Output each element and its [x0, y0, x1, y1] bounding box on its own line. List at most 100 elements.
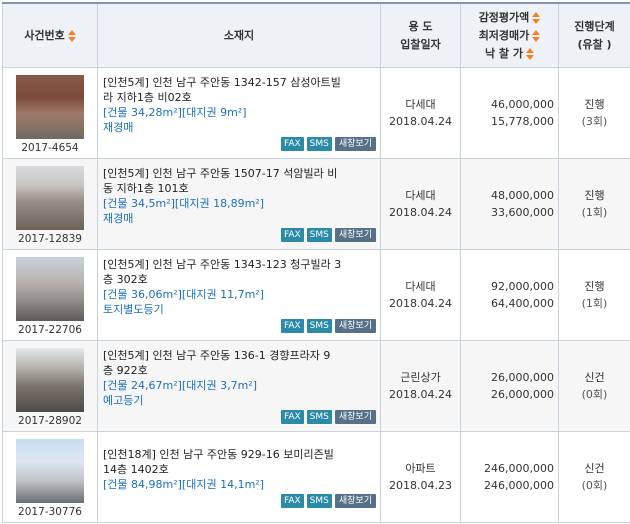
thumbnail-cell[interactable]: 2017-30776	[3, 432, 98, 523]
appraisal-value: 46,000,000	[462, 96, 554, 113]
action-buttons: FAXSMS새창보기	[103, 137, 376, 151]
thumbnail-cell[interactable]: 2017-4654	[3, 68, 98, 159]
min-price-header-label: 최저경매가	[479, 29, 530, 42]
new-window-button[interactable]: 새창보기	[335, 228, 376, 242]
address-cell[interactable]: [인천18계] 인천 남구 주안동 929-16 보미리즌빌14층 1402호 …	[98, 432, 381, 523]
stage-header-label: 진행단계	[559, 18, 630, 36]
property-photo[interactable]	[16, 348, 84, 412]
thumbnail-cell[interactable]: 2017-28902	[3, 341, 98, 432]
table-header-row: 사건번호 소재지 용 도 입찰일자 감정평가액 최저경매가 낙 찰 가 진행단계…	[3, 3, 630, 68]
sale-type-text: 재경매	[103, 211, 376, 226]
price-cell: 26,000,000 26,000,000	[461, 341, 559, 432]
sort-icon[interactable]	[526, 48, 534, 60]
address-text[interactable]: [인천18계] 인천 남구 주안동 929-16 보미리즌빌14층 1402호	[103, 447, 376, 477]
use-header-label: 용 도	[381, 18, 460, 36]
use-type: 다세대	[382, 278, 459, 295]
new-window-button[interactable]: 새창보기	[335, 319, 376, 333]
new-window-button[interactable]: 새창보기	[335, 137, 376, 151]
new-window-button[interactable]: 새창보기	[335, 410, 376, 424]
table-row[interactable]: 2017-28902 [인천5계] 인천 남구 주안동 136-1 경향프라자 …	[3, 341, 630, 432]
table-row[interactable]: 2017-12839 [인천5계] 인천 남구 주안동 1507-17 석암빌라…	[3, 159, 630, 250]
property-photo[interactable]	[16, 166, 84, 230]
case-number[interactable]: 2017-22706	[3, 324, 97, 336]
stage-header: 진행단계 (유찰 )	[559, 3, 630, 68]
sort-icon[interactable]	[532, 30, 540, 42]
bid-date: 2018.04.24	[382, 113, 459, 130]
case-number[interactable]: 2017-30776	[3, 506, 97, 518]
stage-status: 신건	[560, 460, 629, 477]
price-cell: 246,000,000 246,000,000	[461, 432, 559, 523]
sms-button[interactable]: SMS	[307, 494, 332, 508]
stage-status: 진행	[560, 96, 629, 113]
address-cell[interactable]: [인천5계] 인천 남구 주안동 1343-123 청구빌라 3층 302호 […	[98, 250, 381, 341]
sale-type-text: 재경매	[103, 120, 376, 135]
fax-button[interactable]: FAX	[281, 319, 304, 333]
property-photo[interactable]	[16, 439, 84, 503]
table-row[interactable]: 2017-22706 [인천5계] 인천 남구 주안동 1343-123 청구빌…	[3, 250, 630, 341]
price-header[interactable]: 감정평가액 최저경매가 낙 찰 가	[461, 3, 559, 68]
stage-cell: 신건 (0회)	[559, 341, 630, 432]
action-buttons: FAXSMS새창보기	[103, 494, 376, 508]
minimum-price: 64,400,000	[462, 295, 554, 312]
minimum-price: 33,600,000	[462, 204, 554, 221]
fax-button[interactable]: FAX	[281, 494, 304, 508]
address-text[interactable]: [인천5계] 인천 남구 주안동 1342-157 삼성아트빌라 지하1층 비0…	[103, 75, 376, 105]
price-cell: 48,000,000 33,600,000	[461, 159, 559, 250]
stage-cell: 신건 (0회)	[559, 432, 630, 523]
case-no-header[interactable]: 사건번호	[3, 3, 98, 68]
appraisal-value: 92,000,000	[462, 278, 554, 295]
property-photo[interactable]	[16, 257, 84, 321]
address-cell[interactable]: [인천5계] 인천 남구 주안동 1342-157 삼성아트빌라 지하1층 비0…	[98, 68, 381, 159]
sms-button[interactable]: SMS	[307, 410, 332, 424]
bid-date: 2018.04.23	[382, 477, 459, 494]
sms-button[interactable]: SMS	[307, 137, 332, 151]
use-type: 다세대	[382, 96, 459, 113]
bid-date: 2018.04.24	[382, 295, 459, 312]
property-photo[interactable]	[16, 75, 84, 139]
address-text[interactable]: [인천5계] 인천 남구 주안동 136-1 경향프라자 9층 922호	[103, 348, 376, 378]
fax-button[interactable]: FAX	[281, 228, 304, 242]
thumbnail-cell[interactable]: 2017-12839	[3, 159, 98, 250]
address-cell[interactable]: [인천5계] 인천 남구 주안동 136-1 경향프라자 9층 922호 [건물…	[98, 341, 381, 432]
fail-count: (3회)	[560, 113, 629, 130]
fax-button[interactable]: FAX	[281, 137, 304, 151]
address-cell[interactable]: [인천5계] 인천 남구 주안동 1507-17 석암빌라 비동 지하1층 10…	[98, 159, 381, 250]
minimum-price: 26,000,000	[462, 386, 554, 403]
minimum-price: 246,000,000	[462, 477, 554, 494]
use-date-cell: 다세대 2018.04.24	[381, 159, 461, 250]
sort-icon[interactable]	[68, 30, 76, 42]
stage-status: 신건	[560, 369, 629, 386]
use-date-cell: 아파트 2018.04.23	[381, 432, 461, 523]
address-header-label: 소재지	[224, 29, 254, 42]
table-row[interactable]: 2017-4654 [인천5계] 인천 남구 주안동 1342-157 삼성아트…	[3, 68, 630, 159]
address-header: 소재지	[98, 3, 381, 68]
appraisal-value: 48,000,000	[462, 187, 554, 204]
case-number[interactable]: 2017-28902	[3, 415, 97, 427]
new-window-button[interactable]: 새창보기	[335, 494, 376, 508]
price-cell: 92,000,000 64,400,000	[461, 250, 559, 341]
fax-button[interactable]: FAX	[281, 410, 304, 424]
fail-count: (0회)	[560, 386, 629, 403]
appraisal-value: 26,000,000	[462, 369, 554, 386]
sale-type-text: 예고등기	[103, 393, 376, 408]
sms-button[interactable]: SMS	[307, 319, 332, 333]
sms-button[interactable]: SMS	[307, 228, 332, 242]
address-text[interactable]: [인천5계] 인천 남구 주안동 1343-123 청구빌라 3층 302호	[103, 257, 376, 287]
stage-status: 진행	[560, 187, 629, 204]
case-number[interactable]: 2017-12839	[3, 233, 97, 245]
area-text: [건물 24,67m²][대지권 3,7m²]	[103, 378, 376, 393]
thumbnail-cell[interactable]: 2017-22706	[3, 250, 98, 341]
table-row[interactable]: 2017-30776 [인천18계] 인천 남구 주안동 929-16 보미리즌…	[3, 432, 630, 523]
action-buttons: FAXSMS새창보기	[103, 228, 376, 242]
sort-icon[interactable]	[532, 12, 540, 24]
case-number[interactable]: 2017-4654	[3, 142, 97, 154]
price-cell: 46,000,000 15,778,000	[461, 68, 559, 159]
fail-count: (1회)	[560, 295, 629, 312]
appraisal-header-label: 감정평가액	[479, 11, 530, 24]
address-text[interactable]: [인천5계] 인천 남구 주안동 1507-17 석암빌라 비동 지하1층 10…	[103, 166, 376, 196]
use-type: 다세대	[382, 187, 459, 204]
auction-list-table: 사건번호 소재지 용 도 입찰일자 감정평가액 최저경매가 낙 찰 가 진행단계…	[2, 2, 630, 523]
bid-date: 2018.04.24	[382, 204, 459, 221]
fail-count: (0회)	[560, 477, 629, 494]
area-text: [건물 34,28m²][대지권 9m²]	[103, 105, 376, 120]
